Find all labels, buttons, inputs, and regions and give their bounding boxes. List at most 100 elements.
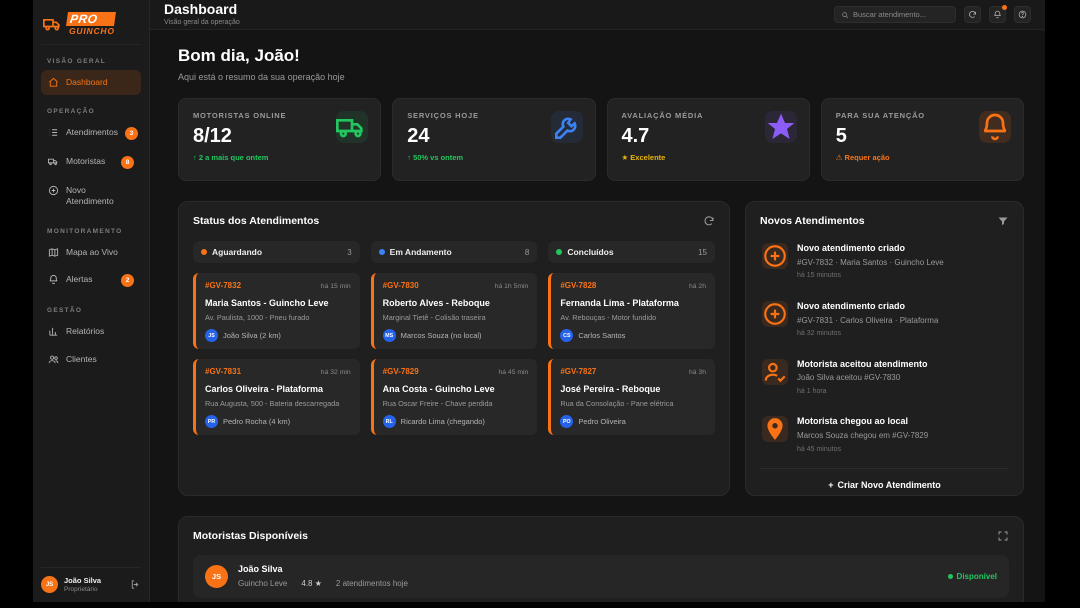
sidebar-item-novo-atendimento[interactable]: Novo Atendimento (41, 178, 141, 215)
feed-item-icon (762, 243, 788, 269)
search-input[interactable] (853, 10, 949, 19)
sidebar-section-items: Relatórios Clientes (41, 319, 141, 372)
service-id: #GV-7828 (560, 281, 596, 290)
stat-motoristas-online: MOTORISTAS ONLINE 8/12 ↑ 2 a mais que on… (178, 98, 381, 181)
refresh-button[interactable] (964, 6, 981, 23)
feed-item-texts: Motorista chegou ao local Marcos Souza c… (797, 416, 928, 454)
stat-icon (551, 111, 583, 143)
sidebar-section: MONITORAMENTO Mapa ao Vivo Alertas (41, 228, 141, 294)
service-location: Av. Rebouças - Motor fundido (560, 313, 706, 322)
stat-trend: ↑ 50% vs ontem (407, 153, 580, 162)
sidebar-item-atendimentos[interactable]: Atendimentos 3 (41, 120, 141, 147)
driver-meta: Guincho Leve 4.8 ★ 2 atendimentos hoje (238, 579, 408, 589)
filter-icon[interactable] (997, 215, 1009, 227)
driver-info: João Silva Guincho Leve 4.8 ★ 2 atendime… (238, 564, 408, 589)
screen: PRO GUINCHO VISÃO GERAL Dashboard (0, 0, 1080, 608)
expand-icon[interactable] (997, 530, 1009, 542)
service-card[interactable]: #GV-7827 há 3h José Pereira - Reboque Ru… (548, 359, 715, 435)
driver-name: Pedro Rocha (4 km) (223, 417, 290, 426)
service-driver: PR Pedro Rocha (4 km) (205, 415, 351, 428)
board-title: Status dos Atendimentos (193, 215, 319, 227)
notification-dot (1002, 5, 1007, 10)
sidebar-item-icon (48, 326, 59, 337)
sidebar-item-icon (48, 354, 59, 365)
refresh-icon (968, 10, 977, 19)
sidebar-item-relatorios[interactable]: Relatórios (41, 319, 141, 344)
service-card[interactable]: #GV-7829 há 45 min Ana Costa - Guincho L… (371, 359, 538, 435)
service-driver: PO Pedro Oliveira (560, 415, 706, 428)
drivers-list: JS João Silva Guincho Leve 4.8 ★ 2 atend… (193, 555, 1009, 598)
notifications-button[interactable] (989, 6, 1006, 23)
feed-item[interactable]: Motorista aceitou atendimento João Silva… (760, 349, 1009, 407)
feed-item-time: há 15 minutos (797, 272, 944, 280)
kanban-column-count: 15 (698, 248, 707, 257)
sidebar-section: OPERAÇÃO Atendimentos 3 Motoristas (41, 108, 141, 215)
sidebar-item-label: Mapa ao Vivo (66, 247, 118, 258)
greeting-block: Bom dia, João! Aqui está o resumo da sua… (178, 46, 1024, 82)
sidebar-item-mapa-ao-vivo[interactable]: Mapa ao Vivo (41, 240, 141, 265)
sidebar-section-label: MONITORAMENTO (47, 228, 135, 235)
kanban-column-title: Em Andamento (390, 247, 452, 257)
logout-icon[interactable] (130, 579, 141, 590)
service-driver: CS Carlos Santos (560, 329, 706, 342)
sidebar-section-label: VISÃO GERAL (47, 58, 135, 65)
board-header: Status dos Atendimentos (193, 215, 715, 227)
service-time: há 1h 5min (495, 283, 529, 290)
service-location: Marginal Tietê - Colisão traseira (383, 313, 529, 322)
driver-row[interactable]: JS João Silva Guincho Leve 4.8 ★ 2 atend… (193, 555, 1009, 598)
service-card[interactable]: #GV-7830 há 1h 5min Roberto Alves - Rebo… (371, 273, 538, 349)
board-refresh-icon[interactable] (703, 215, 715, 227)
service-id: #GV-7829 (383, 367, 419, 376)
user-role: Proprietário (64, 586, 101, 594)
sidebar-item-dashboard[interactable]: Dashboard (41, 70, 141, 95)
create-service-button[interactable]: + Criar Novo Atendimento (760, 468, 1009, 490)
driver-avatar: RL (383, 415, 396, 428)
stat-trend: ★ Excelente (622, 153, 795, 162)
search-box (834, 6, 956, 23)
user-meta: João Silva Proprietário (64, 576, 101, 594)
sidebar-item-motoristas[interactable]: Motoristas 8 (41, 149, 141, 176)
service-time: há 15 min (321, 283, 351, 290)
help-icon (1018, 10, 1027, 19)
kanban-column-title: Concluídos (567, 247, 613, 257)
service-card-top: #GV-7830 há 1h 5min (383, 281, 529, 290)
user-profile[interactable]: JS João Silva Proprietário (41, 567, 141, 594)
feed-item[interactable]: Novo atendimento criado #GV-7832 · Maria… (760, 233, 1009, 291)
service-id: #GV-7832 (205, 281, 241, 290)
sidebar-section: GESTÃO Relatórios Clientes (41, 307, 141, 372)
service-card[interactable]: #GV-7832 há 15 min Maria Santos - Guinch… (193, 273, 360, 349)
brand-name: PRO GUINCHO (67, 12, 115, 36)
page-subtitle: Visão geral da operação (164, 19, 240, 27)
sidebar-item-icon (48, 77, 59, 88)
feed-item[interactable]: Novo atendimento criado #GV-7831 · Carlo… (760, 291, 1009, 349)
feed-item-desc: #GV-7831 · Carlos Oliveira · Plataforma (797, 316, 938, 326)
service-card-top: #GV-7829 há 45 min (383, 367, 529, 376)
kanban-column-header: Aguardando 3 (193, 241, 360, 263)
help-button[interactable] (1014, 6, 1031, 23)
drivers-header: Motoristas Disponíveis (193, 530, 1009, 542)
sidebar-item-label: Relatórios (66, 326, 104, 337)
kanban-column-header: Em Andamento 8 (371, 241, 538, 263)
kanban-column: Concluídos 15 #GV-7828 há (548, 241, 715, 435)
feed-item-desc: João Silva aceitou #GV-7830 (797, 373, 928, 383)
service-card[interactable]: #GV-7831 há 32 min Carlos Oliveira - Pla… (193, 359, 360, 435)
sidebar-section-label: OPERAÇÃO (47, 108, 135, 115)
sidebar-section-items: Atendimentos 3 Motoristas 8 Novo Atendim… (41, 120, 141, 215)
sidebar-item-alertas[interactable]: Alertas 2 (41, 267, 141, 294)
service-location: Rua da Consolação - Pane elétrica (560, 399, 706, 408)
stat-icon (765, 111, 797, 143)
service-card-top: #GV-7828 há 2h (560, 281, 706, 290)
service-id: #GV-7827 (560, 367, 596, 376)
sidebar-item-clientes[interactable]: Clientes (41, 347, 141, 372)
search-icon (841, 11, 849, 19)
stat-icon (979, 111, 1011, 143)
count-badge: 3 (125, 127, 138, 140)
service-title: Roberto Alves - Reboque (383, 298, 529, 308)
feed-item[interactable]: Motorista chegou ao local Marcos Souza c… (760, 406, 1009, 464)
user-name: João Silva (64, 576, 101, 586)
app-window: PRO GUINCHO VISÃO GERAL Dashboard (33, 0, 1045, 602)
main-column: Dashboard Visão geral da operação (150, 0, 1045, 602)
service-driver: JS João Silva (2 km) (205, 329, 351, 342)
sidebar: PRO GUINCHO VISÃO GERAL Dashboard (33, 0, 150, 602)
service-card[interactable]: #GV-7828 há 2h Fernanda Lima - Plataform… (548, 273, 715, 349)
